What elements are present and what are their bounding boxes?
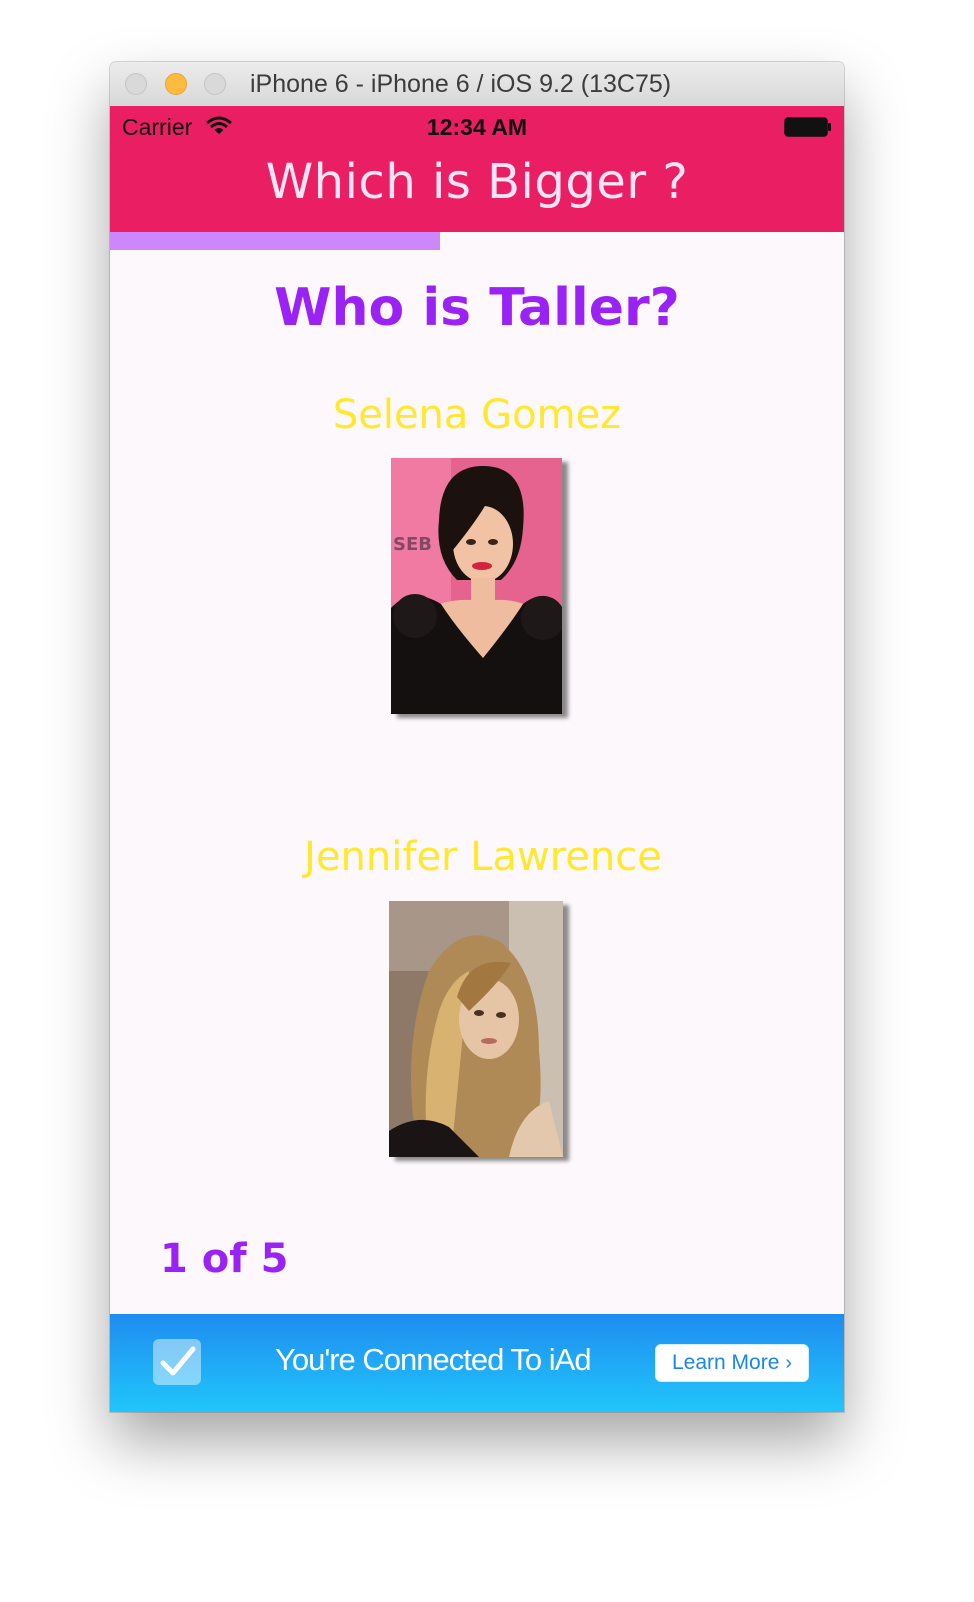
status-time: 12:34 AM bbox=[426, 114, 528, 140]
iad-banner[interactable]: You're Connected To iAd Learn More › bbox=[110, 1314, 844, 1412]
checkmark-icon bbox=[160, 1346, 196, 1376]
app-title: Which is Bigger ? bbox=[265, 154, 689, 210]
svg-text:SEB: SEB bbox=[393, 534, 432, 555]
checkmark-icon-box bbox=[153, 1339, 201, 1385]
learn-more-button[interactable]: Learn More › bbox=[655, 1344, 809, 1382]
window-title: iPhone 6 - iPhone 6 / iOS 9.2 (13C75) bbox=[250, 70, 672, 98]
iad-message: You're Connected To iAd bbox=[275, 1342, 592, 1377]
option-2-photo[interactable] bbox=[389, 901, 563, 1157]
option-2-name: Jennifer Lawrence bbox=[304, 834, 662, 880]
progress-bar bbox=[110, 232, 844, 250]
portrait-image bbox=[389, 901, 563, 1157]
question-counter: 1 of 5 bbox=[160, 1236, 289, 1282]
zoom-window-button[interactable] bbox=[204, 73, 226, 95]
learn-more-label: Learn More bbox=[672, 1351, 780, 1374]
option-1-name: Selena Gomez bbox=[332, 392, 622, 438]
progress-fill bbox=[110, 232, 441, 250]
phone-screen: Carrier 12:34 AM Which is Bigger ? Who i… bbox=[110, 106, 844, 1412]
portrait-image: SEB bbox=[391, 458, 562, 714]
option-1-photo[interactable]: SEB bbox=[391, 458, 562, 714]
battery-icon bbox=[784, 117, 831, 137]
minimize-window-button[interactable] bbox=[165, 73, 187, 95]
navigation-bar: Carrier 12:34 AM Which is Bigger ? bbox=[110, 106, 844, 232]
window-titlebar: iPhone 6 - iPhone 6 / iOS 9.2 (13C75) bbox=[110, 62, 844, 107]
question-text: Who is Taller? bbox=[274, 278, 680, 338]
simulator-window: iPhone 6 - iPhone 6 / iOS 9.2 (13C75) Ca… bbox=[110, 62, 844, 1412]
chevron-right-icon: › bbox=[785, 1352, 793, 1374]
close-window-button[interactable] bbox=[125, 73, 147, 95]
